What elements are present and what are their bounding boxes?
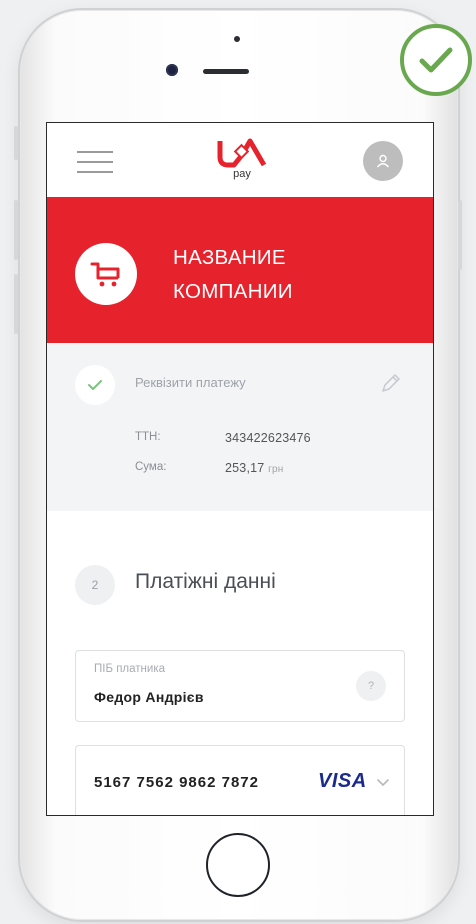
sensor-dot xyxy=(234,36,240,42)
logo-subtitle: pay xyxy=(233,168,251,180)
merchant-logo xyxy=(75,243,137,305)
payer-name-value[interactable]: Федор Андрієв xyxy=(94,689,204,705)
company-name-line1: НАЗВАНИЕ xyxy=(173,246,286,269)
speaker-grille xyxy=(203,69,249,74)
payer-name-label: ПІБ платника xyxy=(94,663,166,675)
help-button[interactable]: ? xyxy=(356,671,386,701)
card-number-field[interactable]: 5167 7562 9862 7872 VISA xyxy=(75,745,405,815)
front-camera xyxy=(166,64,178,76)
pencil-icon[interactable] xyxy=(379,371,403,400)
verified-check-icon xyxy=(419,47,453,73)
verified-badge xyxy=(400,24,472,96)
amount-number: 253,17 xyxy=(225,461,265,475)
step1-status xyxy=(75,365,115,405)
menu-icon[interactable] xyxy=(77,151,113,173)
ttn-number: 343422623476 xyxy=(225,431,311,445)
chevron-down-icon[interactable] xyxy=(376,774,390,792)
check-icon xyxy=(88,380,102,390)
payment-details-section: Реквізити платежу ТТН: 343422623476 Сума… xyxy=(47,343,433,511)
amount-currency: грн xyxy=(268,464,284,475)
cart-icon xyxy=(90,262,120,287)
side-button-volume-down xyxy=(14,274,18,334)
phone-screen: pay НАЗВАНИЕ КОМПАНИИ Реквізити платежу … xyxy=(46,122,434,816)
user-icon xyxy=(376,154,390,168)
company-name: НАЗВАНИЕ КОМПАНИИ xyxy=(173,241,413,309)
home-button[interactable] xyxy=(206,833,270,897)
side-button-power xyxy=(458,200,462,270)
logo-icon: pay xyxy=(214,137,270,187)
merchant-banner: НАЗВАНИЕ КОМПАНИИ xyxy=(47,197,433,343)
top-bar: pay xyxy=(47,123,433,197)
payer-name-field[interactable]: ПІБ платника Федор Андрієв ? xyxy=(75,650,405,722)
card-number-value[interactable]: 5167 7562 9862 7872 xyxy=(94,774,259,791)
company-name-line2: КОМПАНИИ xyxy=(173,280,293,303)
card-brand-logo: VISA xyxy=(318,770,367,792)
ttn-label: ТТН: xyxy=(135,431,161,443)
step2-number: 2 xyxy=(75,565,115,605)
ttn-value: 343422623476 xyxy=(225,431,311,445)
payment-details-title: Реквізити платежу xyxy=(135,375,246,390)
payment-data-title: Платіжні данні xyxy=(135,570,276,593)
side-button-mute xyxy=(14,126,18,160)
avatar[interactable] xyxy=(363,141,403,181)
amount-label: Сума: xyxy=(135,461,167,473)
side-button-volume-up xyxy=(14,200,18,260)
amount-value: 253,17 грн xyxy=(225,461,283,475)
